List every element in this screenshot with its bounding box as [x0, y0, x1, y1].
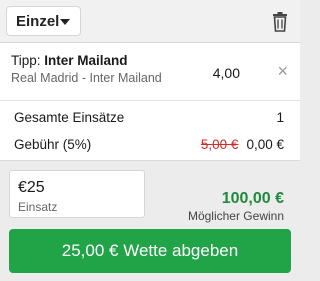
fee-label: Gebühr (5%) [14, 136, 92, 152]
close-icon[interactable]: × [277, 62, 288, 80]
match-name: Real Madrid - Inter Mailand [11, 71, 162, 85]
bet-type-dropdown[interactable]: Einzel [6, 6, 81, 36]
bet-summary: Gesamte Einsätze 1 Gebühr (5%) 5,00 € 0,… [0, 101, 300, 161]
odds-value: 4,00 [212, 65, 240, 81]
possible-win-value: 100,00 € [221, 190, 284, 207]
tip-line: Tipp: Inter Mailand [11, 53, 128, 68]
tip-selection: Inter Mailand [44, 53, 128, 68]
bet-selection-card: Tipp: Inter Mailand Real Madrid - Inter … [0, 42, 300, 101]
place-bet-button[interactable]: 25,00 € Wette abgeben [9, 229, 291, 273]
trash-icon[interactable] [272, 12, 288, 32]
stake-value: €25 [18, 179, 45, 196]
bet-type-label: Einzel [16, 12, 60, 30]
total-stakes-row: Gesamte Einsätze 1 [14, 107, 284, 127]
stake-area: €25 Einsatz 100,00 € Möglicher Gewinn 25… [0, 161, 300, 281]
fee-old-value: 5,00 € [200, 136, 239, 152]
fee-values: 5,00 € 0,00 € [201, 137, 284, 152]
fee-row: Gebühr (5%) 5,00 € 0,00 € [14, 134, 284, 154]
total-stakes-label: Gesamte Einsätze [14, 109, 125, 125]
betslip-header: Einzel [0, 0, 300, 42]
chevron-down-icon [60, 19, 70, 25]
tip-prefix: Tipp: [11, 53, 41, 68]
fee-new-value: 0,00 € [246, 136, 284, 152]
stake-input[interactable]: €25 Einsatz [9, 170, 145, 218]
total-stakes-value: 1 [276, 109, 284, 125]
possible-win-label: Möglicher Gewinn [187, 209, 284, 223]
stake-label: Einsatz [18, 200, 58, 214]
